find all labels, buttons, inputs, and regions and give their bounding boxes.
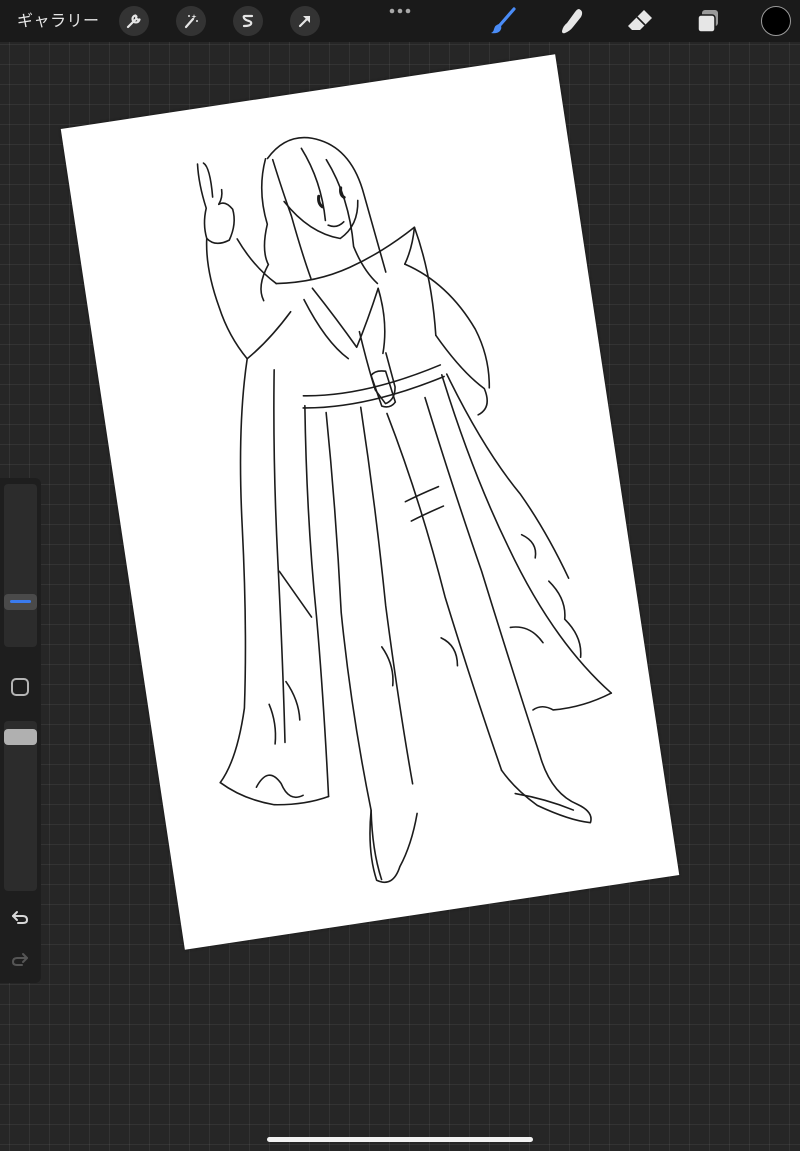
redo-button[interactable] bbox=[8, 949, 32, 969]
undo-arrow-icon bbox=[12, 911, 29, 924]
drawing-canvas[interactable] bbox=[60, 54, 680, 950]
layers-icon bbox=[697, 10, 718, 33]
adjustments-button[interactable] bbox=[176, 6, 206, 36]
brush-size-thumb[interactable] bbox=[4, 594, 37, 611]
magic-wand-icon bbox=[184, 14, 198, 29]
selection-button[interactable] bbox=[233, 6, 263, 36]
selection-s-icon bbox=[242, 14, 254, 28]
sketch-artwork bbox=[196, 136, 613, 884]
layers-button[interactable] bbox=[692, 5, 724, 37]
gallery-button[interactable]: ギャラリー bbox=[17, 8, 100, 34]
transform-button[interactable] bbox=[290, 6, 320, 36]
home-indicator[interactable] bbox=[267, 1137, 533, 1142]
left-sidebar bbox=[0, 478, 41, 983]
procreate-workspace[interactable]: ギャラリー bbox=[0, 0, 800, 1151]
brush-icon bbox=[491, 7, 516, 34]
actions-wrench-button[interactable] bbox=[119, 6, 149, 36]
color-picker-button[interactable] bbox=[761, 6, 791, 36]
square-modify-icon[interactable] bbox=[11, 678, 29, 696]
smudge-tool-button[interactable] bbox=[556, 5, 588, 37]
wrench-icon bbox=[126, 14, 141, 29]
smudge-finger-icon bbox=[562, 9, 583, 34]
brush-size-slider[interactable] bbox=[4, 484, 37, 647]
opacity-thumb[interactable] bbox=[4, 728, 37, 745]
top-toolbar: ギャラリー bbox=[0, 0, 800, 42]
opacity-slider[interactable] bbox=[4, 721, 37, 891]
undo-button[interactable] bbox=[8, 907, 32, 927]
ellipsis-icon[interactable] bbox=[386, 3, 414, 19]
eraser-icon bbox=[628, 10, 652, 30]
eraser-tool-button[interactable] bbox=[624, 5, 656, 37]
redo-arrow-icon bbox=[11, 953, 28, 966]
arrow-cursor-icon bbox=[298, 15, 311, 28]
brush-tool-button[interactable] bbox=[487, 5, 519, 37]
